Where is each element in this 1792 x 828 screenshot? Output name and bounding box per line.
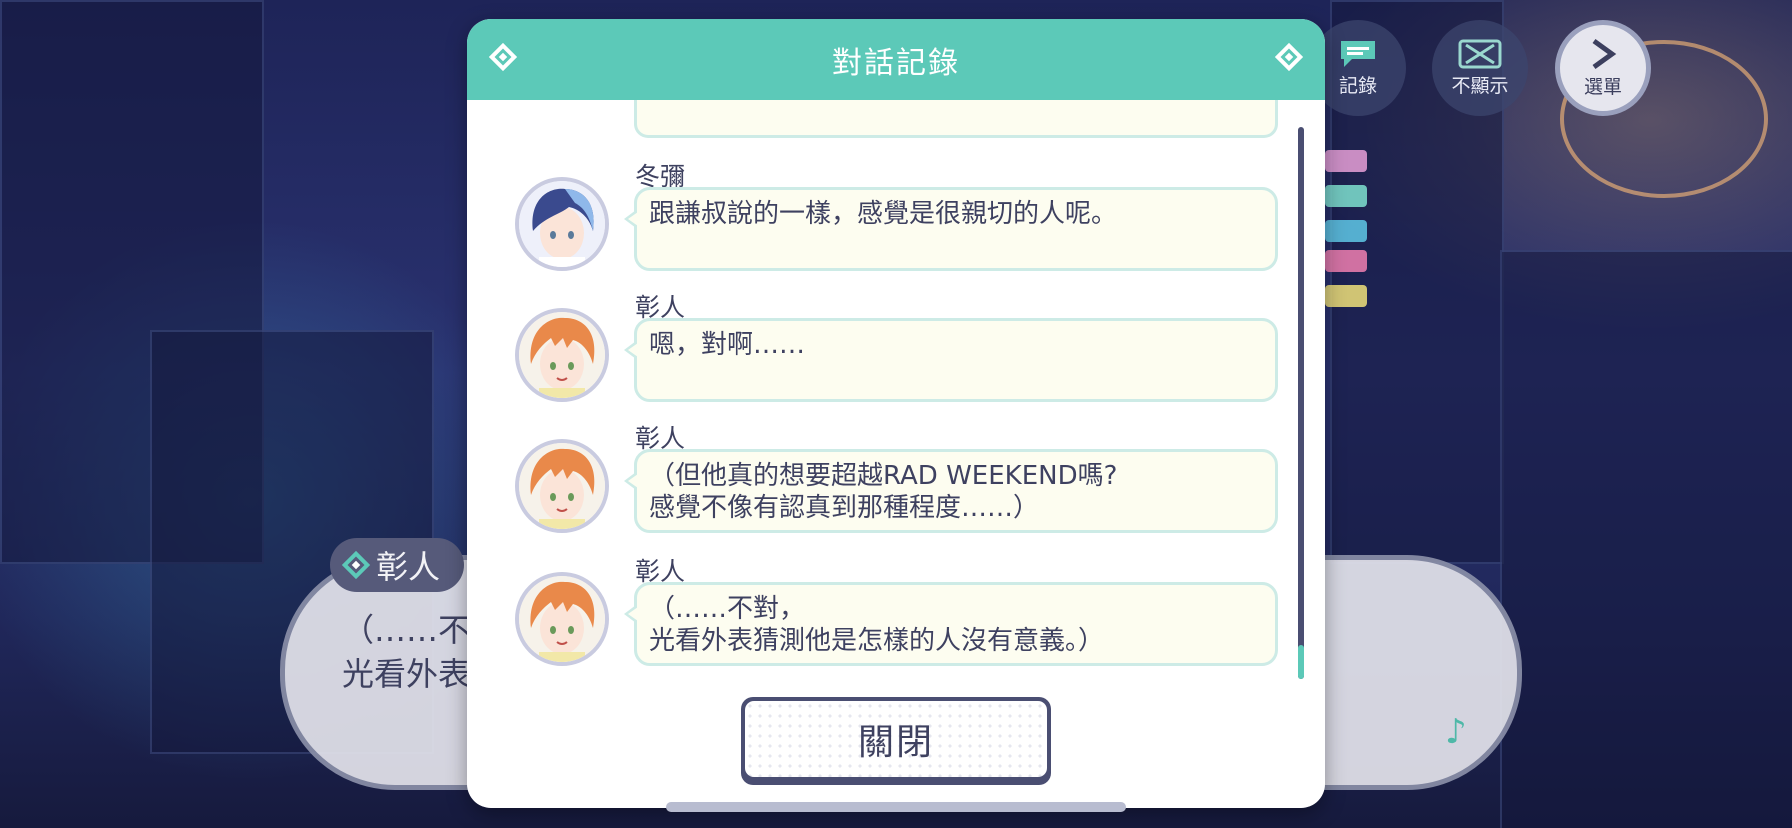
- chat-bubble-icon: [1341, 40, 1375, 67]
- neon-sign: [1325, 250, 1367, 272]
- music-note-icon: ♪: [1445, 712, 1467, 752]
- neon-sign: [1325, 285, 1367, 307]
- background-dialog-line: （……不: [342, 611, 471, 649]
- hide-ui-button-label: 不顯示: [1451, 74, 1509, 97]
- menu-button-label: 選單: [1583, 75, 1622, 98]
- close-button-face: 關閉: [745, 701, 1047, 777]
- close-button[interactable]: 關閉: [741, 697, 1051, 785]
- avatar: [515, 439, 609, 533]
- message-bubble: 跟謙叔說的一樣，感覺是很親切的人呢。: [624, 187, 1278, 271]
- diamond-icon: [1274, 42, 1304, 72]
- menu-button[interactable]: 選單: [1555, 20, 1651, 116]
- log-button-label: 記錄: [1338, 74, 1377, 97]
- diamond-icon: [341, 550, 371, 580]
- chevron-right-icon: [1592, 38, 1617, 69]
- background-dialog-text: （……不 光看外表: [342, 608, 470, 696]
- neon-sign: [1325, 185, 1367, 207]
- blue-hair-character-avatar: [519, 181, 605, 267]
- background-dialog-line: 光看外表: [342, 655, 471, 693]
- log-list[interactable]: 冬彌 跟謙叔說的一樣，感覺是很親切的人呢。 彰人 嗯，對啊…… 彰人 （但他真的…: [467, 100, 1325, 700]
- diamond-icon: [488, 42, 518, 72]
- background-speaker-tag: 彰人: [330, 538, 465, 592]
- home-indicator[interactable]: [666, 802, 1126, 812]
- close-button-label: 關閉: [857, 722, 934, 763]
- orange-hair-character-avatar: [519, 312, 605, 398]
- neon-sign: [1325, 150, 1367, 172]
- neon-sign: [1325, 220, 1367, 242]
- avatar: [515, 572, 609, 666]
- building-far-right: [1500, 250, 1792, 828]
- message-bubble: （但他真的想要超越RAD WEEKEND嗎? 感覺不像有認真到那種程度……）: [624, 449, 1278, 533]
- dialog-log-modal: 對話記錄 冬彌 跟謙叔說的一樣，感覺是很親切的人呢。 彰人 嗯，對啊…… 彰人 …: [467, 19, 1325, 808]
- modal-header: 對話記錄: [467, 19, 1325, 100]
- log-scrollbar-thumb[interactable]: [1298, 645, 1304, 679]
- hide-ui-button[interactable]: 不顯示: [1432, 20, 1528, 116]
- previous-bubble-fragment: [634, 100, 1278, 138]
- orange-hair-character-avatar: [519, 443, 605, 529]
- orange-hair-character-avatar: [519, 576, 605, 662]
- background-speaker-name: 彰人: [376, 548, 441, 586]
- message-bubble: （……不對， 光看外表猜測他是怎樣的人沒有意義。）: [624, 582, 1278, 666]
- message-bubble: 嗯，對啊……: [624, 318, 1278, 402]
- log-scrollbar[interactable]: [1298, 127, 1304, 679]
- hide-ui-icon: [1458, 39, 1502, 68]
- avatar: [515, 177, 609, 271]
- modal-title: 對話記錄: [832, 45, 960, 81]
- avatar: [515, 308, 609, 402]
